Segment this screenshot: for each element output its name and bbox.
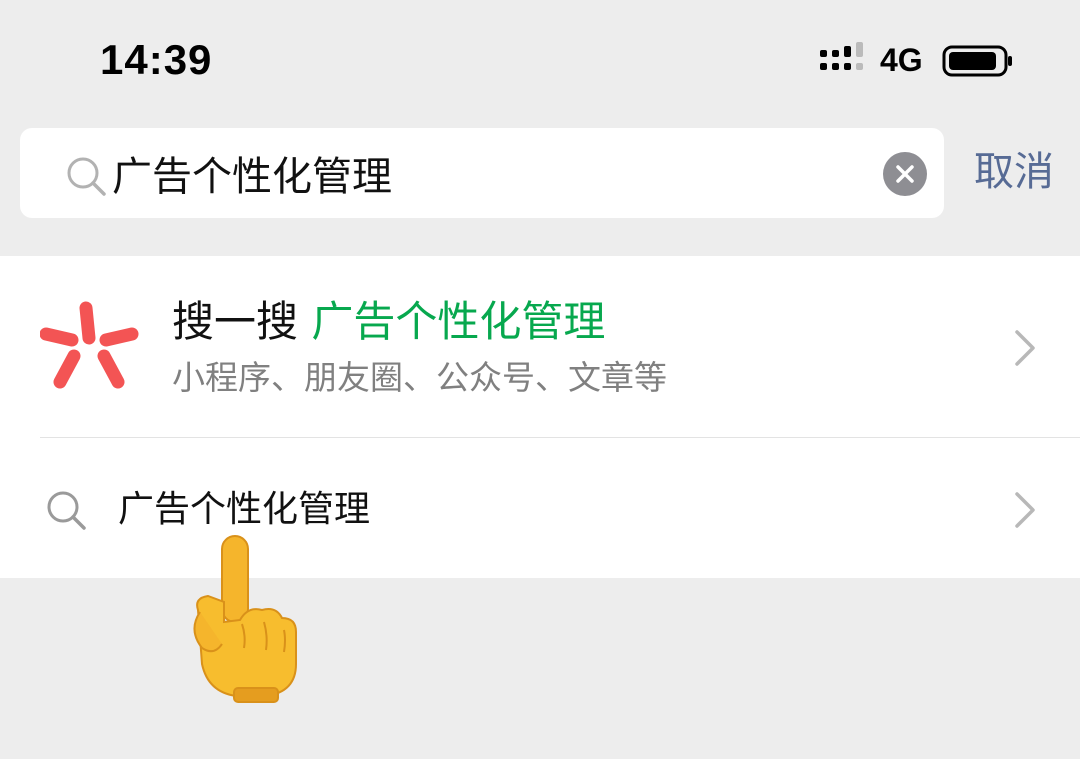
suggestion-text: 广告个性化管理 bbox=[118, 489, 371, 530]
network-type: 4G bbox=[880, 42, 923, 78]
search-icon bbox=[47, 491, 86, 530]
wechat-search-screen: 14:39 4G 取消 bbox=[0, 0, 1080, 759]
search-icon bbox=[67, 157, 106, 196]
clear-search-button[interactable] bbox=[883, 152, 927, 196]
sousou-result-row[interactable]: 搜一搜 广告个性化管理 小程序、朋友圈、公众号、文章等 bbox=[0, 256, 1080, 438]
search-input[interactable] bbox=[112, 148, 852, 198]
sousou-logo-icon bbox=[40, 301, 139, 389]
search-bar bbox=[20, 128, 944, 218]
signal-icon bbox=[820, 42, 863, 70]
sousou-label: 搜一搜 bbox=[172, 297, 299, 346]
search-results: 搜一搜 广告个性化管理 小程序、朋友圈、公众号、文章等 广告个性化管理 bbox=[0, 256, 1080, 578]
clear-icon bbox=[896, 165, 914, 183]
battery-icon bbox=[942, 45, 1012, 77]
pointing-down-hand-icon bbox=[193, 535, 297, 703]
chevron-right-icon bbox=[1015, 330, 1035, 366]
sousou-subtitle: 小程序、朋友圈、公众号、文章等 bbox=[172, 358, 667, 397]
status-bar: 14:39 4G bbox=[0, 0, 1080, 110]
suggestion-row[interactable]: 广告个性化管理 bbox=[0, 438, 1080, 578]
cancel-button[interactable]: 取消 bbox=[974, 146, 1054, 198]
sousou-keyword: 广告个性化管理 bbox=[311, 297, 606, 346]
chevron-right-icon bbox=[1015, 492, 1035, 528]
sousou-title: 搜一搜 广告个性化管理 bbox=[172, 294, 605, 350]
status-time: 14:39 bbox=[100, 36, 213, 83]
